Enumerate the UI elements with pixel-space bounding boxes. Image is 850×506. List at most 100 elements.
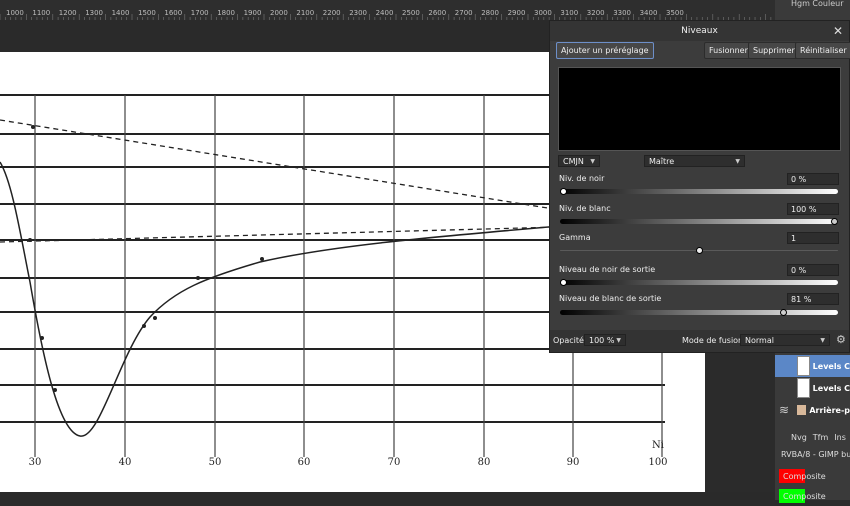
channel-mode-select[interactable]: CMJN ▼ [558,155,600,167]
data-point [40,336,44,340]
black-level-slider[interactable] [560,188,838,195]
ruler-label: 1300 [85,9,104,17]
delete-button[interactable]: Supprimer [748,42,800,59]
x-tick-label: 80 [478,457,491,468]
add-preset-button[interactable]: Ajouter un préréglage [556,42,654,59]
ruler-label: 1400 [111,9,130,17]
tab-nvg[interactable]: Nvg [791,433,807,442]
panel-mini-tabs: Nvg Tfm Ins [775,428,850,446]
panel-top-tabs[interactable]: Hgm Couleur [775,0,850,8]
x-tick-label: 70 [388,457,401,468]
channel-mode-value: CMJN [563,157,584,166]
data-point [153,316,157,320]
chevron-down-icon: ▼ [616,337,621,344]
output-black-field[interactable]: 0 % [787,264,839,276]
horizontal-ruler[interactable]: 1000 1100 1200 1300 1400 1500 1600 1700 1800 1900… [0,0,775,21]
tab-tfm[interactable]: Tfm [813,433,829,442]
layer-name: Arrière-p [809,405,850,415]
layer-name: Levels C [812,383,850,393]
slider-handle[interactable] [560,188,567,195]
slider-handle[interactable] [831,218,838,225]
gamma-slider[interactable] [560,247,838,254]
blend-mode-select[interactable]: Normal ▼ [740,334,830,346]
corner-label: Ni [652,440,664,451]
blend-mode-label: Mode de fusion: [682,336,746,345]
ruler-label: 3000 [534,9,552,17]
ruler-label: 2500 [402,9,420,17]
channel-select[interactable]: Maître ▼ [644,155,745,167]
chevron-down-icon: ▼ [820,337,825,344]
ruler-label: 2800 [481,9,500,17]
slider-handle[interactable] [695,247,703,254]
x-tick-label: 100 [648,457,667,468]
layer-thumbnail [797,405,807,415]
tab-ins[interactable]: Ins [834,433,846,442]
composite-row-red[interactable]: Composite [775,466,850,486]
slider-handle[interactable] [779,309,787,316]
ruler-label: 2900 [507,9,526,17]
status-strip [0,492,775,500]
ruler-label: 2600 [428,9,447,17]
ruler-label: 1700 [190,9,209,17]
layers-stack-icon[interactable]: ≋ [779,403,789,417]
composite-label: Composite [783,471,826,481]
close-icon[interactable]: ✕ [833,21,843,41]
ruler-label: 2400 [375,9,394,17]
blend-mode-value: Normal [745,336,774,345]
layer-row-levels-2[interactable]: Levels C [775,377,850,399]
x-tick-label: 90 [567,457,580,468]
image-info: RVBA/8 - GIMP buil [781,450,850,459]
ruler-label: 3500 [666,9,684,17]
ruler-label: 1800 [217,9,236,17]
ruler-label: 1500 [138,9,156,17]
gamma-field[interactable]: 1 [787,232,839,244]
x-tick-label: 50 [209,457,222,468]
white-level-slider[interactable] [560,218,838,225]
data-point [260,257,264,261]
data-point [142,324,146,328]
ruler-label: 2300 [349,9,368,17]
layer-name: Levels C [812,361,850,371]
chevron-down-icon: ▼ [590,158,595,165]
slider-handle[interactable] [560,279,567,286]
gear-icon[interactable]: ⚙ [836,333,846,346]
ruler-label: 2200 [322,9,341,17]
ruler-label: 1100 [32,9,51,17]
ruler-label: 3100 [560,9,579,17]
opacity-value: 100 % [589,336,615,345]
ruler-label: 3200 [586,9,605,17]
reset-button[interactable]: Réinitialiser [795,42,850,59]
opacity-select[interactable]: 100 % ▼ [584,334,626,346]
ruler-label: 3300 [613,9,632,17]
output-black-slider[interactable] [560,279,838,286]
black-level-field[interactable]: 0 % [787,173,839,185]
data-point [53,388,57,392]
histogram [558,67,841,151]
output-black-label: Niveau de noir de sortie [559,265,656,274]
black-level-label: Niv. de noir [559,174,605,183]
layer-thumbnail [797,378,810,398]
data-point [28,238,32,242]
output-white-slider[interactable] [560,309,838,316]
x-tick-label: 40 [119,457,132,468]
ruler-label: 1200 [58,9,77,17]
levels-dialog: Niveaux ✕ Ajouter un préréglage Fusionne… [549,20,850,353]
data-point [31,125,35,129]
dialog-footer: Opacité: 100 % ▼ Mode de fusion: Normal … [550,330,849,352]
dialog-title: Niveaux [681,26,718,36]
channel-value: Maître [649,157,675,166]
dialog-titlebar[interactable]: Niveaux ✕ [550,21,849,41]
output-white-label: Niveau de blanc de sortie [559,294,662,303]
layer-row-levels-1[interactable]: Levels C [775,355,850,377]
ruler-label: 1600 [164,9,183,17]
merge-button[interactable]: Fusionner [704,42,753,59]
composite-row-green[interactable]: Composite [775,486,850,506]
chevron-down-icon: ▼ [735,158,740,165]
white-level-label: Niv. de blanc [559,204,611,213]
layer-row-background[interactable]: ≋ Arrière-p [775,399,850,421]
output-white-field[interactable]: 81 % [787,293,839,305]
ruler-label: 2000 [270,9,288,17]
white-level-field[interactable]: 100 % [787,203,839,215]
composite-label: Composite [783,491,826,501]
ruler-label: 1000 [6,9,24,17]
